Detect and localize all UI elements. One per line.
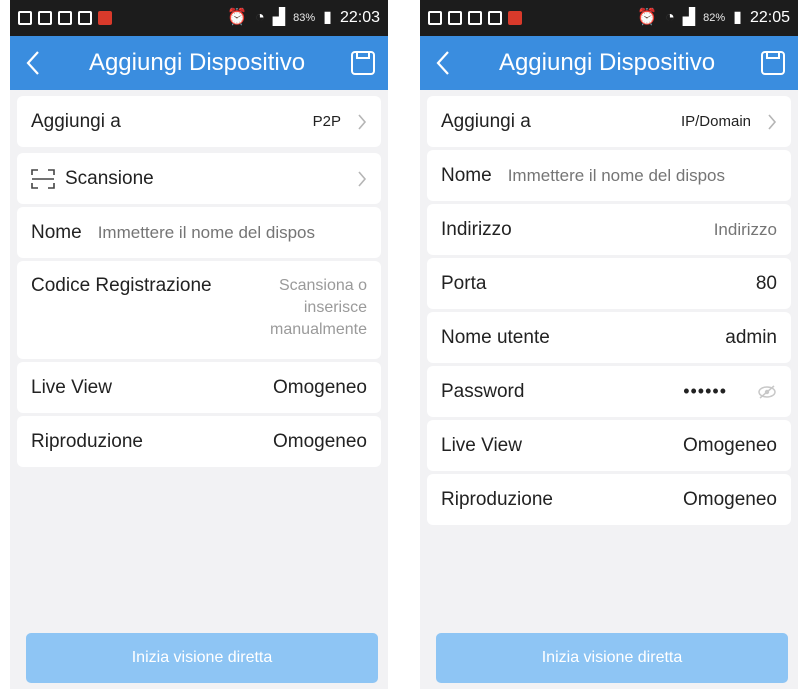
- name-label: Nome: [441, 164, 492, 186]
- chevron-left-icon: [26, 51, 39, 75]
- save-icon: [351, 51, 375, 75]
- mail-icon: [78, 11, 92, 25]
- add-to-label: Aggiungi a: [31, 110, 121, 132]
- scan-row[interactable]: Scansione: [17, 153, 381, 204]
- phone-screen-right: ⏰ ◔ ▟ 82% ▮ 22:05 Aggiungi Dispositivo A…: [420, 0, 798, 689]
- add-to-row[interactable]: Aggiungi a IP/Domain: [427, 96, 791, 147]
- back-button[interactable]: [420, 36, 466, 90]
- name-input[interactable]: [97, 222, 367, 243]
- name-input[interactable]: [507, 165, 777, 186]
- live-view-value: Omogeneo: [682, 434, 777, 456]
- signal-icon: ▟: [272, 9, 286, 26]
- notification-icons: [18, 11, 112, 25]
- username-label: Nome utente: [441, 326, 550, 348]
- clock: 22:03: [339, 9, 380, 26]
- page-title: Aggiungi Dispositivo: [88, 49, 306, 76]
- message-icon: [58, 11, 72, 25]
- signal-icon: ▟: [682, 9, 696, 26]
- notification-icon: [428, 11, 442, 25]
- app-notification-icon: [98, 11, 112, 25]
- address-row: Indirizzo: [427, 204, 791, 255]
- battery-icon: ▮: [733, 9, 742, 26]
- password-input[interactable]: ••••••: [683, 381, 727, 402]
- chevron-right-icon: [357, 113, 367, 130]
- battery-icon: ▮: [323, 9, 332, 26]
- playback-label: Riproduzione: [31, 430, 143, 452]
- app-notification-icon: [508, 11, 522, 25]
- wifi-icon: ◔: [665, 9, 675, 26]
- page-title: Aggiungi Dispositivo: [498, 49, 716, 76]
- live-view-label: Live View: [31, 376, 112, 398]
- start-live-view-button[interactable]: Inizia visione diretta: [436, 633, 788, 683]
- username-input[interactable]: admin: [725, 327, 777, 349]
- username-row: Nome utente admin: [427, 312, 791, 363]
- battery-percent: 83%: [293, 12, 316, 24]
- add-to-row[interactable]: Aggiungi a P2P: [17, 96, 381, 147]
- form-content: Aggiungi a P2P Scansione Nome Codice Reg…: [10, 90, 388, 467]
- save-icon: [761, 51, 785, 75]
- password-row: Password ••••••: [427, 366, 791, 417]
- live-view-row[interactable]: Live View Omogeneo: [17, 362, 381, 413]
- phone-screen-left: ⏰ ◔ ▟ 83% ▮ 22:03 Aggiungi Dispositivo A…: [10, 0, 388, 689]
- address-input[interactable]: [627, 219, 777, 240]
- scan-icon: [31, 168, 55, 189]
- wifi-icon: ◔: [255, 9, 265, 26]
- name-row: Nome: [17, 207, 381, 258]
- title-bar: Aggiungi Dispositivo: [10, 36, 388, 90]
- live-view-label: Live View: [441, 434, 522, 456]
- registration-code-row: Codice Registrazione Scansiona o inseris…: [17, 261, 381, 359]
- registration-code-input[interactable]: Scansiona o inserisce manualmente: [270, 275, 367, 341]
- name-row: Nome: [427, 150, 791, 201]
- add-to-label: Aggiungi a: [441, 110, 531, 132]
- chevron-right-icon: [767, 113, 777, 130]
- back-button[interactable]: [10, 36, 56, 90]
- alarm-icon: ⏰: [637, 9, 658, 26]
- address-label: Indirizzo: [441, 218, 512, 240]
- alarm-icon: ⏰: [227, 9, 248, 26]
- notification-icons: [428, 11, 522, 25]
- status-bar: ⏰ ◔ ▟ 82% ▮ 22:05: [420, 0, 798, 36]
- scan-label: Scansione: [65, 167, 154, 189]
- chevron-left-icon: [436, 51, 449, 75]
- form-content: Aggiungi a IP/Domain Nome Indirizzo Port…: [420, 90, 798, 525]
- notification-icon: [18, 11, 32, 25]
- port-row: Porta 80: [427, 258, 791, 309]
- status-bar: ⏰ ◔ ▟ 83% ▮ 22:03: [10, 0, 388, 36]
- port-input[interactable]: 80: [756, 273, 777, 295]
- start-live-view-button[interactable]: Inizia visione diretta: [26, 633, 378, 683]
- clock: 22:05: [749, 9, 790, 26]
- mail-icon: [488, 11, 502, 25]
- playback-row[interactable]: Riproduzione Omogeneo: [17, 416, 381, 467]
- save-button[interactable]: [748, 36, 798, 90]
- name-label: Nome: [31, 221, 82, 243]
- title-bar: Aggiungi Dispositivo: [420, 36, 798, 90]
- live-view-value: Omogeneo: [272, 376, 367, 398]
- gallery-icon: [448, 11, 462, 25]
- eye-off-icon[interactable]: [757, 384, 777, 399]
- playback-row[interactable]: Riproduzione Omogeneo: [427, 474, 791, 525]
- playback-value: Omogeneo: [682, 488, 777, 510]
- registration-code-label: Codice Registrazione: [31, 275, 212, 296]
- chevron-right-icon: [357, 170, 367, 187]
- playback-value: Omogeneo: [272, 430, 367, 452]
- live-view-row[interactable]: Live View Omogeneo: [427, 420, 791, 471]
- gallery-icon: [38, 11, 52, 25]
- playback-label: Riproduzione: [441, 488, 553, 510]
- add-to-value: IP/Domain: [680, 113, 751, 130]
- message-icon: [468, 11, 482, 25]
- port-label: Porta: [441, 272, 487, 294]
- add-to-value: P2P: [312, 113, 341, 130]
- battery-percent: 82%: [703, 12, 726, 24]
- password-label: Password: [441, 380, 525, 402]
- save-button[interactable]: [338, 36, 388, 90]
